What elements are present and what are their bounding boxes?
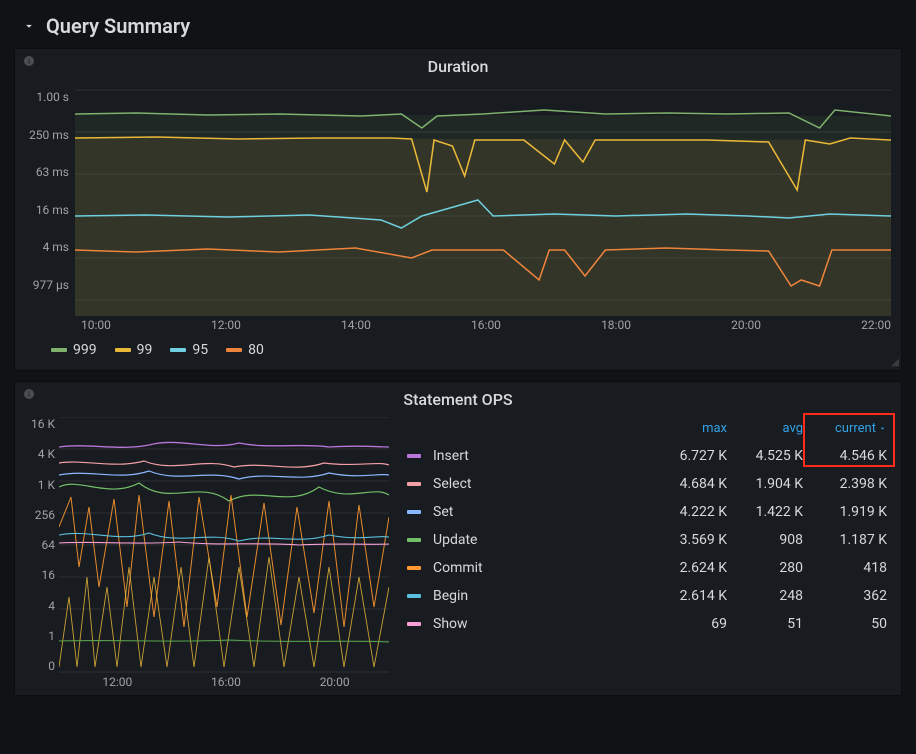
legend-row-update[interactable]: Update 3.569 K 908 1.187 K: [405, 526, 891, 554]
legend-row-select[interactable]: Select 4.684 K 1.904 K 2.398 K: [405, 470, 891, 498]
row-title: Query Summary: [46, 14, 190, 38]
resize-handle[interactable]: ◢: [891, 357, 899, 368]
legend-item-99[interactable]: 99: [115, 342, 153, 358]
sort-desc-icon: [878, 424, 887, 433]
duration-chart[interactable]: [75, 80, 891, 316]
row-toggle[interactable]: Query Summary: [14, 8, 902, 48]
legend-row-commit[interactable]: Commit 2.624 K 280 418: [405, 554, 891, 582]
legend-row-set[interactable]: Set 4.222 K 1.422 K 1.919 K: [405, 498, 891, 526]
chevron-down-icon: [22, 19, 36, 33]
swatch-icon: [407, 566, 421, 570]
swatch-icon: [407, 482, 421, 486]
legend-row-insert[interactable]: Insert 6.727 K 4.525 K 4.546 K: [405, 442, 891, 470]
info-icon[interactable]: [23, 55, 35, 70]
col-avg[interactable]: avg: [735, 421, 803, 436]
x-axis: 12:00 16:00 20:00: [19, 673, 389, 689]
legend-row-begin[interactable]: Begin 2.614 K 248 362: [405, 582, 891, 610]
col-max[interactable]: max: [655, 421, 727, 436]
panel-statement-ops: Statement OPS 16 K 4 K 1 K 256 64 16 4 1…: [14, 381, 902, 696]
panel-title: Duration: [15, 49, 901, 80]
y-axis: 1.00 s 250 ms 63 ms 16 ms 4 ms 977 µs: [19, 80, 75, 316]
legend-row-show[interactable]: Show 69 51 50: [405, 610, 891, 638]
swatch-icon: [407, 594, 421, 598]
swatch-icon: [407, 454, 421, 458]
panel-title: Statement OPS: [15, 382, 901, 413]
legend-item-999[interactable]: 999: [51, 342, 97, 358]
legend-item-95[interactable]: 95: [170, 342, 208, 358]
statement-ops-chart[interactable]: [59, 417, 389, 673]
legend-table-header: max avg current: [405, 415, 891, 442]
legend-table: max avg current Insert 6.727 K 4.525 K 4…: [405, 415, 891, 638]
col-current[interactable]: current: [811, 421, 887, 436]
panel-duration: Duration 1.00 s 250 ms 63 ms 16 ms 4 ms …: [14, 48, 902, 371]
swatch-icon: [407, 510, 421, 514]
x-axis: 10:00 12:00 14:00 16:00 18:00 20:00 22:0…: [15, 316, 901, 332]
swatch-icon: [407, 622, 421, 626]
y-axis: 16 K 4 K 1 K 256 64 16 4 1 0: [19, 417, 59, 673]
legend: 999 99 95 80: [15, 332, 901, 364]
info-icon[interactable]: [23, 388, 35, 403]
legend-item-80[interactable]: 80: [226, 342, 264, 358]
swatch-icon: [407, 538, 421, 542]
